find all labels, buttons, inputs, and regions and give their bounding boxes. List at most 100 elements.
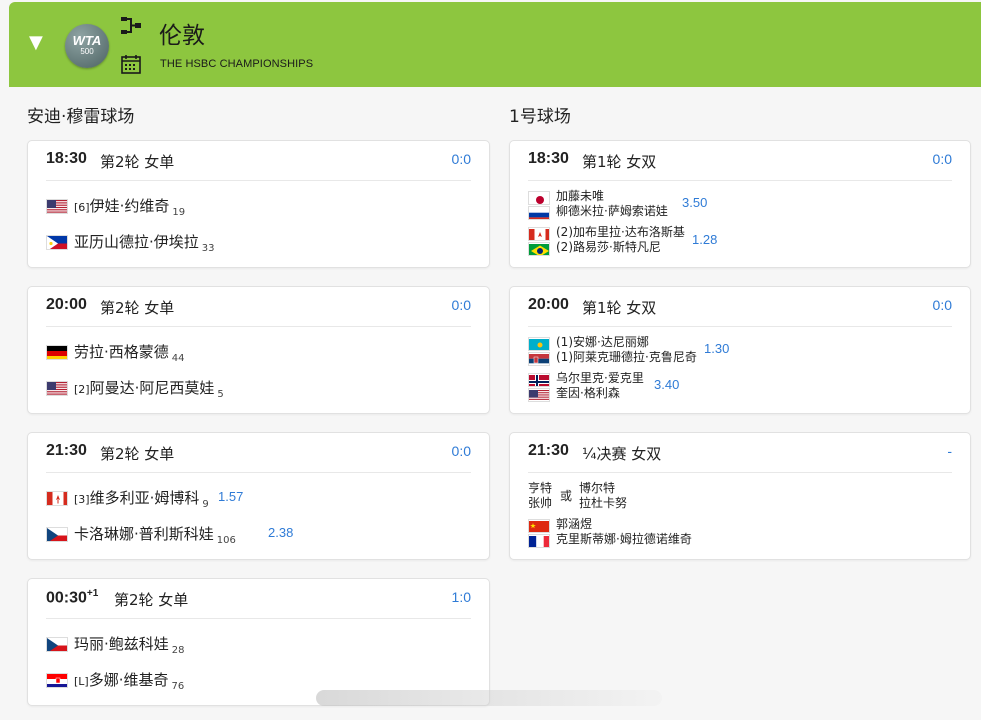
tournament-name[interactable]: THE HSBC CHAMPIONSHIPS [160, 58, 313, 70]
player-name: 柳德米拉·萨姆索诺娃 [556, 204, 668, 218]
flag-us-icon [46, 199, 68, 214]
match-card[interactable]: 21:30 ¼决赛 女双 - 亨特 张帅 或 博尔特 拉杜卡努 郭涵煜 克里斯蒂… [509, 432, 971, 560]
player-name: 拉杜卡努 [579, 496, 628, 510]
player-row[interactable]: 卡洛琳娜·普利斯科娃 106 2.38 [46, 523, 471, 546]
match-header: 18:30 第1轮 女双 0:0 [528, 141, 952, 181]
flag-ca-icon [528, 227, 550, 241]
player-row[interactable]: [L]多娜·维基奇 76 [46, 669, 471, 692]
flag-us-icon [528, 388, 550, 402]
player-name: 奎因·格利森 [556, 386, 620, 400]
player-name: 卡洛琳娜·普利斯科娃 106 [74, 525, 236, 546]
flag-ph-icon [46, 235, 68, 250]
city-title: 伦敦 [159, 23, 205, 49]
player-row[interactable]: 玛丽·鲍兹科娃 28 [46, 633, 471, 656]
player-name: 克里斯蒂娜·姆拉德诺维奇 [556, 532, 692, 546]
next-day-marker: +1 [86, 588, 99, 599]
or-label: 或 [560, 489, 573, 503]
player-row[interactable]: 劳拉·西格蒙德 44 [46, 341, 471, 364]
match-round: 第2轮 女单 [100, 299, 175, 317]
match-round: 第2轮 女单 [100, 445, 175, 463]
odds-value[interactable]: 1.28 [692, 232, 717, 247]
match-header: 21:30 ¼决赛 女双 - [528, 433, 952, 473]
player-name: 乌尔里克·爱克里 [556, 371, 644, 385]
flag-ru-icon [528, 206, 550, 220]
team-row[interactable]: (1)安娜·达尼丽娜 (1)阿莱克珊德拉·克鲁尼奇 1.30 [528, 335, 952, 367]
team-row[interactable]: (2)加布里拉·达布洛斯基 (2)路易莎·斯特凡尼 1.28 [528, 225, 952, 257]
wta-logo-level: 500 [80, 47, 94, 56]
tbd-team-row[interactable]: 亨特 张帅 或 博尔特 拉杜卡努 [528, 481, 952, 513]
horizontal-scrollbar[interactable] [316, 690, 662, 706]
match-card[interactable]: 18:30 第2轮 女单 0:0 [6]伊娃·约维奇 19 亚历山德拉·伊埃拉 33 [27, 140, 490, 268]
match-header: 21:30 第2轮 女单 0:0 [46, 433, 471, 473]
match-time: 21:30 [528, 442, 569, 459]
tournament-header: ▼ WTA 500 伦敦 THE HSBC CHAMPIONSHIPS [9, 2, 981, 87]
calendar-icon[interactable] [120, 54, 142, 78]
match-header: 18:30 第2轮 女单 0:0 [46, 141, 471, 181]
match-card[interactable]: 18:30 第1轮 女双 0:0 加藤未唯 柳德米拉·萨姆索诺娃 3.50 (2… [509, 140, 971, 268]
flag-us-icon [46, 381, 68, 396]
flag-de-icon [46, 345, 68, 360]
player-name: (1)阿莱克珊德拉·克鲁尼奇 [556, 350, 697, 364]
match-score[interactable]: 0:0 [933, 151, 952, 167]
match-score[interactable]: 0:0 [452, 443, 471, 459]
match-round: 第2轮 女单 [100, 153, 175, 171]
player-name: [L]多娜·维基奇 76 [74, 671, 185, 692]
flag-kz-icon [528, 337, 550, 351]
odds-value[interactable]: 2.38 [268, 525, 293, 540]
player-name: 郭涵煜 [556, 517, 593, 531]
match-card[interactable]: 00:30+1 第2轮 女单 1:0 玛丽·鲍兹科娃 28 [L]多娜·维基奇 76 [27, 578, 490, 706]
team-row[interactable]: 乌尔里克·爱克里 奎因·格利森 3.40 [528, 371, 952, 403]
player-name: [2]阿曼达·阿尼西莫娃 5 [74, 379, 224, 400]
odds-value[interactable]: 1.30 [704, 341, 729, 356]
player-row[interactable]: [6]伊娃·约维奇 19 [46, 195, 471, 218]
match-time: 18:30 [528, 150, 569, 167]
flag-jp-icon [528, 191, 550, 205]
match-time: 20:00 [528, 296, 569, 313]
match-header: 00:30+1 第2轮 女单 1:0 [46, 579, 471, 619]
player-row[interactable]: 亚历山德拉·伊埃拉 33 [46, 231, 471, 254]
flag-fr-icon [528, 534, 550, 548]
player-name: 张帅 [528, 496, 553, 510]
match-score[interactable]: - [947, 443, 952, 459]
player-row[interactable]: [3]维多利亚·姆博科 9 1.57 [46, 487, 471, 510]
team-row[interactable]: 加藤未唯 柳德米拉·萨姆索诺娃 3.50 [528, 189, 952, 221]
odds-value[interactable]: 1.57 [218, 489, 243, 504]
odds-value[interactable]: 3.40 [654, 377, 679, 392]
flag-cn-icon [528, 519, 550, 533]
match-time: 20:00 [46, 296, 87, 313]
match-time: 21:30 [46, 442, 87, 459]
flag-br-icon [528, 242, 550, 256]
match-score[interactable]: 0:0 [452, 151, 471, 167]
match-round: ¼决赛 女双 [582, 445, 662, 463]
player-name: [6]伊娃·约维奇 19 [74, 197, 186, 218]
player-name: [3]维多利亚·姆博科 9 [74, 489, 209, 510]
odds-value[interactable]: 3.50 [682, 195, 707, 210]
match-card[interactable]: 20:00 第2轮 女单 0:0 劳拉·西格蒙德 44 [2]阿曼达·阿尼西莫娃 5 [27, 286, 490, 414]
match-card[interactable]: 21:30 第2轮 女单 0:0 [3]维多利亚·姆博科 9 1.57 卡洛琳娜·… [27, 432, 490, 560]
match-round: 第1轮 女双 [582, 153, 657, 171]
player-name: 加藤未唯 [556, 189, 605, 203]
collapse-arrow-icon[interactable]: ▼ [29, 32, 43, 53]
match-round: 第2轮 女单 [114, 591, 189, 609]
flag-hr-icon [46, 673, 68, 688]
player-name: 劳拉·西格蒙德 44 [74, 343, 185, 364]
player-name: 亨特 [528, 481, 553, 495]
match-score[interactable]: 0:0 [933, 297, 952, 313]
draw-bracket-icon[interactable] [120, 16, 142, 40]
match-card[interactable]: 20:00 第1轮 女双 0:0 (1)安娜·达尼丽娜 (1)阿莱克珊德拉·克鲁… [509, 286, 971, 414]
match-header: 20:00 第1轮 女双 0:0 [528, 287, 952, 327]
team-row[interactable]: 郭涵煜 克里斯蒂娜·姆拉德诺维奇 [528, 517, 952, 549]
player-name: (2)加布里拉·达布洛斯基 [556, 225, 685, 239]
wta-logo-text: WTA [72, 33, 102, 48]
match-time: 18:30 [46, 150, 87, 167]
flag-ca-icon [46, 491, 68, 506]
match-score[interactable]: 0:0 [452, 297, 471, 313]
player-name: (2)路易莎·斯特凡尼 [556, 240, 661, 254]
match-time: 00:30+1 [46, 588, 99, 607]
flag-rs-icon [528, 352, 550, 366]
match-score[interactable]: 1:0 [452, 589, 471, 605]
flag-cz-icon [46, 637, 68, 652]
player-name: (1)安娜·达尼丽娜 [556, 335, 649, 349]
player-name: 玛丽·鲍兹科娃 28 [74, 635, 185, 656]
player-row[interactable]: [2]阿曼达·阿尼西莫娃 5 [46, 377, 471, 400]
